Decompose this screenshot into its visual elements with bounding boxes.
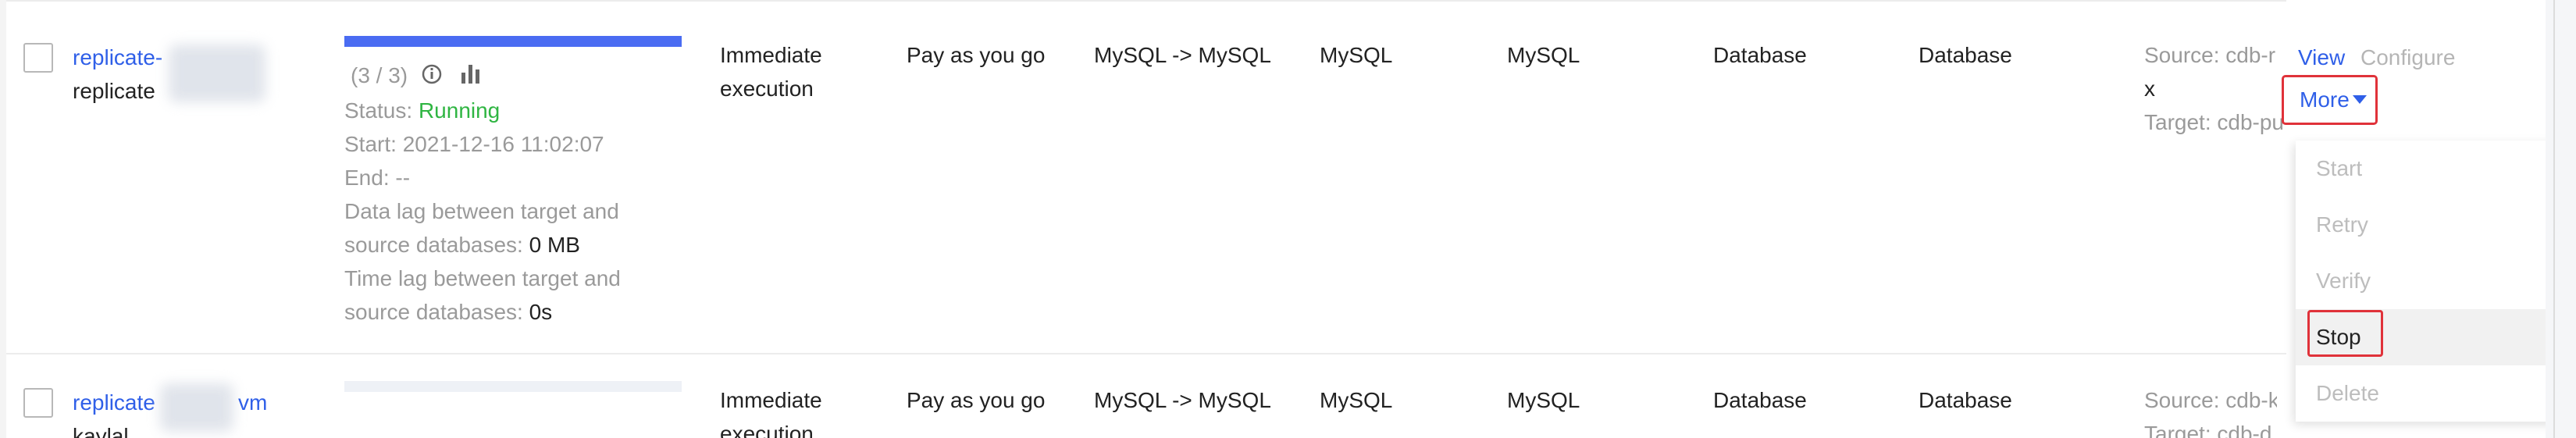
verify-menu-item[interactable]: Verify (2296, 253, 2576, 309)
source-db-type: MySQL (1320, 388, 1393, 412)
start-label: Start: (344, 132, 397, 156)
monitor-chart-icon[interactable] (460, 62, 482, 85)
target-db-type: MySQL (1507, 43, 1580, 67)
start-menu-item[interactable]: Start (2296, 141, 2576, 197)
scrollbar-divider (2553, 0, 2555, 438)
execution-mode-line-1: Immediate (720, 388, 822, 412)
execution-mode-line-1: Immediate (720, 43, 822, 67)
task-id-text: replicate (73, 79, 155, 103)
configure-button[interactable]: Configure (2360, 41, 2455, 74)
task-name-suffix[interactable]: vm (238, 386, 267, 419)
end-value: -- (395, 166, 411, 190)
task-id-text: kaylal (73, 424, 129, 438)
billing-mode: Pay as you go (907, 388, 1046, 412)
source-db-type: MySQL (1320, 43, 1393, 67)
task-name-link[interactable]: replicate- (73, 41, 162, 74)
end-label: End: (344, 166, 390, 190)
info-icon[interactable] (421, 63, 443, 85)
row-checkbox[interactable] (23, 388, 53, 418)
task-progress-bar (344, 381, 682, 392)
redacted-name-blur (169, 45, 265, 102)
row-divider (6, 353, 2286, 354)
target-access-type: Database (1919, 43, 2012, 67)
billing-mode: Pay as you go (907, 43, 1046, 67)
migration-direction: MySQL -> MySQL (1094, 388, 1271, 412)
target-db-type: MySQL (1507, 388, 1580, 412)
data-lag-label: source databases: (344, 233, 523, 257)
source-instance-text: Source: cdb-k (2144, 388, 2277, 412)
row-checkbox[interactable] (23, 43, 53, 73)
time-lag-label: source databases: (344, 300, 523, 324)
right-rail (2546, 0, 2576, 438)
status-label: Status: (344, 98, 413, 123)
source-instance-text: Source: cdb-r (2144, 43, 2276, 67)
time-lag-value: 0s (529, 300, 553, 324)
source-access-type: Database (1713, 388, 1807, 412)
migration-direction: MySQL -> MySQL (1094, 43, 1271, 67)
retry-menu-item[interactable]: Retry (2296, 197, 2576, 253)
execution-mode-line-2: execution (720, 77, 814, 101)
source-instance-suffix: x (2144, 77, 2155, 101)
target-instance-text: Target: cdb-pu (2144, 110, 2284, 134)
task-name-link[interactable]: replicate (73, 386, 155, 419)
execution-mode-line-2: execution (720, 422, 814, 438)
task-progress-bar (344, 36, 682, 47)
source-access-type: Database (1713, 43, 1807, 67)
stop-highlight (2307, 310, 2383, 357)
target-instance-text: Target: cdb-d (2144, 422, 2272, 438)
view-button[interactable]: View (2298, 41, 2345, 74)
top-divider (6, 0, 2286, 2)
redacted-name-blur (160, 383, 233, 432)
delete-menu-item[interactable]: Delete (2296, 365, 2576, 422)
more-label: More (2300, 87, 2350, 112)
data-lag-value: 0 MB (529, 233, 580, 257)
start-value: 2021-12-16 11:02:07 (402, 132, 604, 156)
status-value: Running (418, 98, 501, 123)
target-access-type: Database (1919, 388, 2012, 412)
task-list-page: replicate- replicate (3 / 3) Status: Run… (0, 0, 2576, 438)
more-button[interactable]: More (2282, 75, 2378, 125)
time-lag-line-1: Time lag between target and (344, 266, 621, 290)
data-lag-line-1: Data lag between target and (344, 199, 619, 223)
task-progress-fill (344, 36, 682, 47)
chevron-down-icon (2353, 95, 2367, 104)
progress-count-text: (3 / 3) (351, 63, 408, 87)
left-border (0, 0, 6, 438)
